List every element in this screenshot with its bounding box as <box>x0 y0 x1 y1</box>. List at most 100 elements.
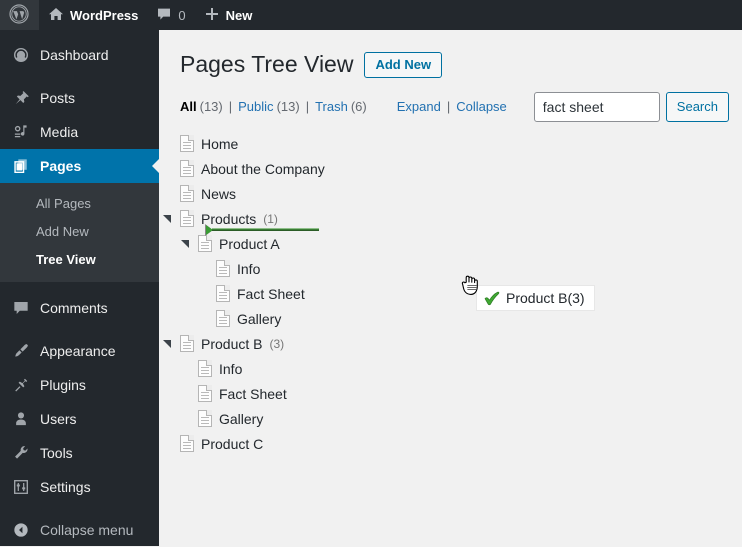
page-document-icon <box>216 310 230 327</box>
sidebar-item-label: Plugins <box>40 377 86 393</box>
tree-node-label[interactable]: Gallery <box>237 311 281 327</box>
sidebar-divider <box>0 282 159 291</box>
filter-link-public[interactable]: Public <box>238 99 273 114</box>
tree-node-label[interactable]: Fact Sheet <box>219 386 287 402</box>
site-name-button[interactable]: WordPress <box>39 0 147 30</box>
sidebar-item-label: Pages <box>40 158 82 174</box>
home-icon <box>48 6 64 25</box>
page-icon-lines <box>219 317 227 325</box>
drop-position-indicator <box>205 224 319 236</box>
sidebar-item-plugins[interactable]: Plugins <box>0 368 159 402</box>
collapse-arrow-icon <box>10 520 32 540</box>
sidebar-item-users[interactable]: Users <box>0 402 159 436</box>
filter-count-public: (13) <box>276 99 300 114</box>
sidebar-item-label: Dashboard <box>40 47 109 63</box>
sidebar-divider <box>0 325 159 334</box>
page-document-icon <box>198 235 212 252</box>
collapse-menu-button[interactable]: Collapse menu <box>0 513 159 547</box>
page-icon-lines <box>183 217 191 225</box>
sidebar-item-label: Users <box>40 411 77 427</box>
sidebar-item-appearance[interactable]: Appearance <box>0 334 159 368</box>
tree-node-label[interactable]: Product A <box>219 236 280 252</box>
search-form: Search <box>533 91 742 122</box>
filter-link-trash[interactable]: Trash <box>315 99 348 114</box>
sidebar-item-pages[interactable]: Pages <box>0 149 160 183</box>
tree-node-label[interactable]: Fact Sheet <box>237 286 305 302</box>
dashboard-icon <box>10 45 32 65</box>
tree-node-toggle-icon[interactable] <box>181 239 190 249</box>
tree-node-label[interactable]: News <box>201 186 236 202</box>
main-content: Pages Tree View Add New All (13) | Publi… <box>159 30 742 546</box>
tree-node[interactable]: Product A <box>180 231 742 256</box>
wordpress-logo-button[interactable] <box>0 0 39 30</box>
page-icon-lines <box>183 142 191 150</box>
tree-node[interactable]: Home <box>180 131 742 156</box>
submenu-item-tree-view[interactable]: Tree View <box>0 246 159 274</box>
tree-node[interactable]: Product B (3) <box>163 331 742 356</box>
tree-node[interactable]: Gallery <box>180 406 742 431</box>
page-document-icon <box>180 335 194 352</box>
page-icon-lines <box>201 242 209 250</box>
sidebar-divider <box>0 72 159 81</box>
search-button[interactable]: Search <box>665 91 729 122</box>
tree-node[interactable]: Product C <box>180 431 742 456</box>
tree-node-toggle-icon[interactable] <box>163 214 172 224</box>
page-icon-lines <box>183 167 191 175</box>
grabbing-hand-cursor-icon <box>460 273 482 297</box>
collapse-all-link[interactable]: Collapse <box>456 99 507 114</box>
tree-node-label[interactable]: Info <box>219 361 242 377</box>
wrench-icon <box>10 443 32 463</box>
tree-node-label[interactable]: Home <box>201 136 238 152</box>
sidebar-item-tools[interactable]: Tools <box>0 436 159 470</box>
page-document-icon <box>216 285 230 302</box>
sidebar-item-label: Posts <box>40 90 76 106</box>
filter-link-all[interactable]: All <box>180 99 197 114</box>
sidebar-item-label: Appearance <box>40 343 116 359</box>
sidebar-item-dashboard[interactable]: Dashboard <box>0 38 159 72</box>
plug-icon <box>10 375 32 395</box>
user-icon <box>10 409 32 429</box>
tree-node-label[interactable]: Product C <box>201 436 263 452</box>
page-document-icon <box>180 135 194 152</box>
tree-node[interactable]: News <box>180 181 742 206</box>
comment-bubble-icon <box>10 298 32 318</box>
drop-line-bar <box>212 228 319 231</box>
pages-tree: Home About the Company News Products (1) Prod… <box>159 121 742 456</box>
page-icon-lines <box>219 267 227 275</box>
tree-node-label[interactable]: Info <box>237 261 260 277</box>
tree-node[interactable]: Fact Sheet <box>180 381 742 406</box>
sidebar-item-label: Comments <box>40 300 108 316</box>
tree-node[interactable]: Info <box>180 356 742 381</box>
page-icon-lines <box>183 342 191 350</box>
comments-bubble-button[interactable]: 0 <box>147 0 194 30</box>
search-input[interactable] <box>533 91 660 122</box>
expand-all-link[interactable]: Expand <box>397 99 441 114</box>
sidebar-item-settings[interactable]: Settings <box>0 470 159 504</box>
new-content-button[interactable]: New <box>195 0 262 30</box>
submenu-item-all-pages[interactable]: All Pages <box>0 190 159 218</box>
tree-node[interactable]: About the Company <box>180 156 742 181</box>
tree-node-label[interactable]: About the Company <box>201 161 325 177</box>
tree-node-label[interactable]: Product B <box>201 336 262 352</box>
page-document-icon <box>180 210 194 227</box>
sidebar-item-comments[interactable]: Comments <box>0 291 159 325</box>
page-icon-lines <box>219 292 227 300</box>
tree-node[interactable]: Gallery <box>180 306 742 331</box>
submenu-item-add-new[interactable]: Add New <box>0 218 159 246</box>
comments-count: 0 <box>178 7 186 23</box>
drag-ghost-text: Product B(3) <box>506 290 585 306</box>
sidebar-item-media[interactable]: Media <box>0 115 159 149</box>
admin-sidebar-menu: Dashboard Posts Media Pages All Pages Ad… <box>0 30 160 547</box>
sidebar-item-label: Media <box>40 124 79 140</box>
tree-node-label[interactable]: Gallery <box>219 411 263 427</box>
page-icon-lines <box>201 417 209 425</box>
add-new-button[interactable]: Add New <box>364 51 443 78</box>
media-icon <box>10 122 32 142</box>
sidebar-item-posts[interactable]: Posts <box>0 81 159 115</box>
tree-node-toggle-icon[interactable] <box>163 339 172 349</box>
pages-submenu: All Pages Add New Tree View <box>0 183 159 282</box>
page-icon-lines <box>183 192 191 200</box>
page-icon-lines <box>201 367 209 375</box>
tree-node-child-count: (1) <box>263 211 278 226</box>
sidebar-item-label: Tools <box>40 445 73 461</box>
